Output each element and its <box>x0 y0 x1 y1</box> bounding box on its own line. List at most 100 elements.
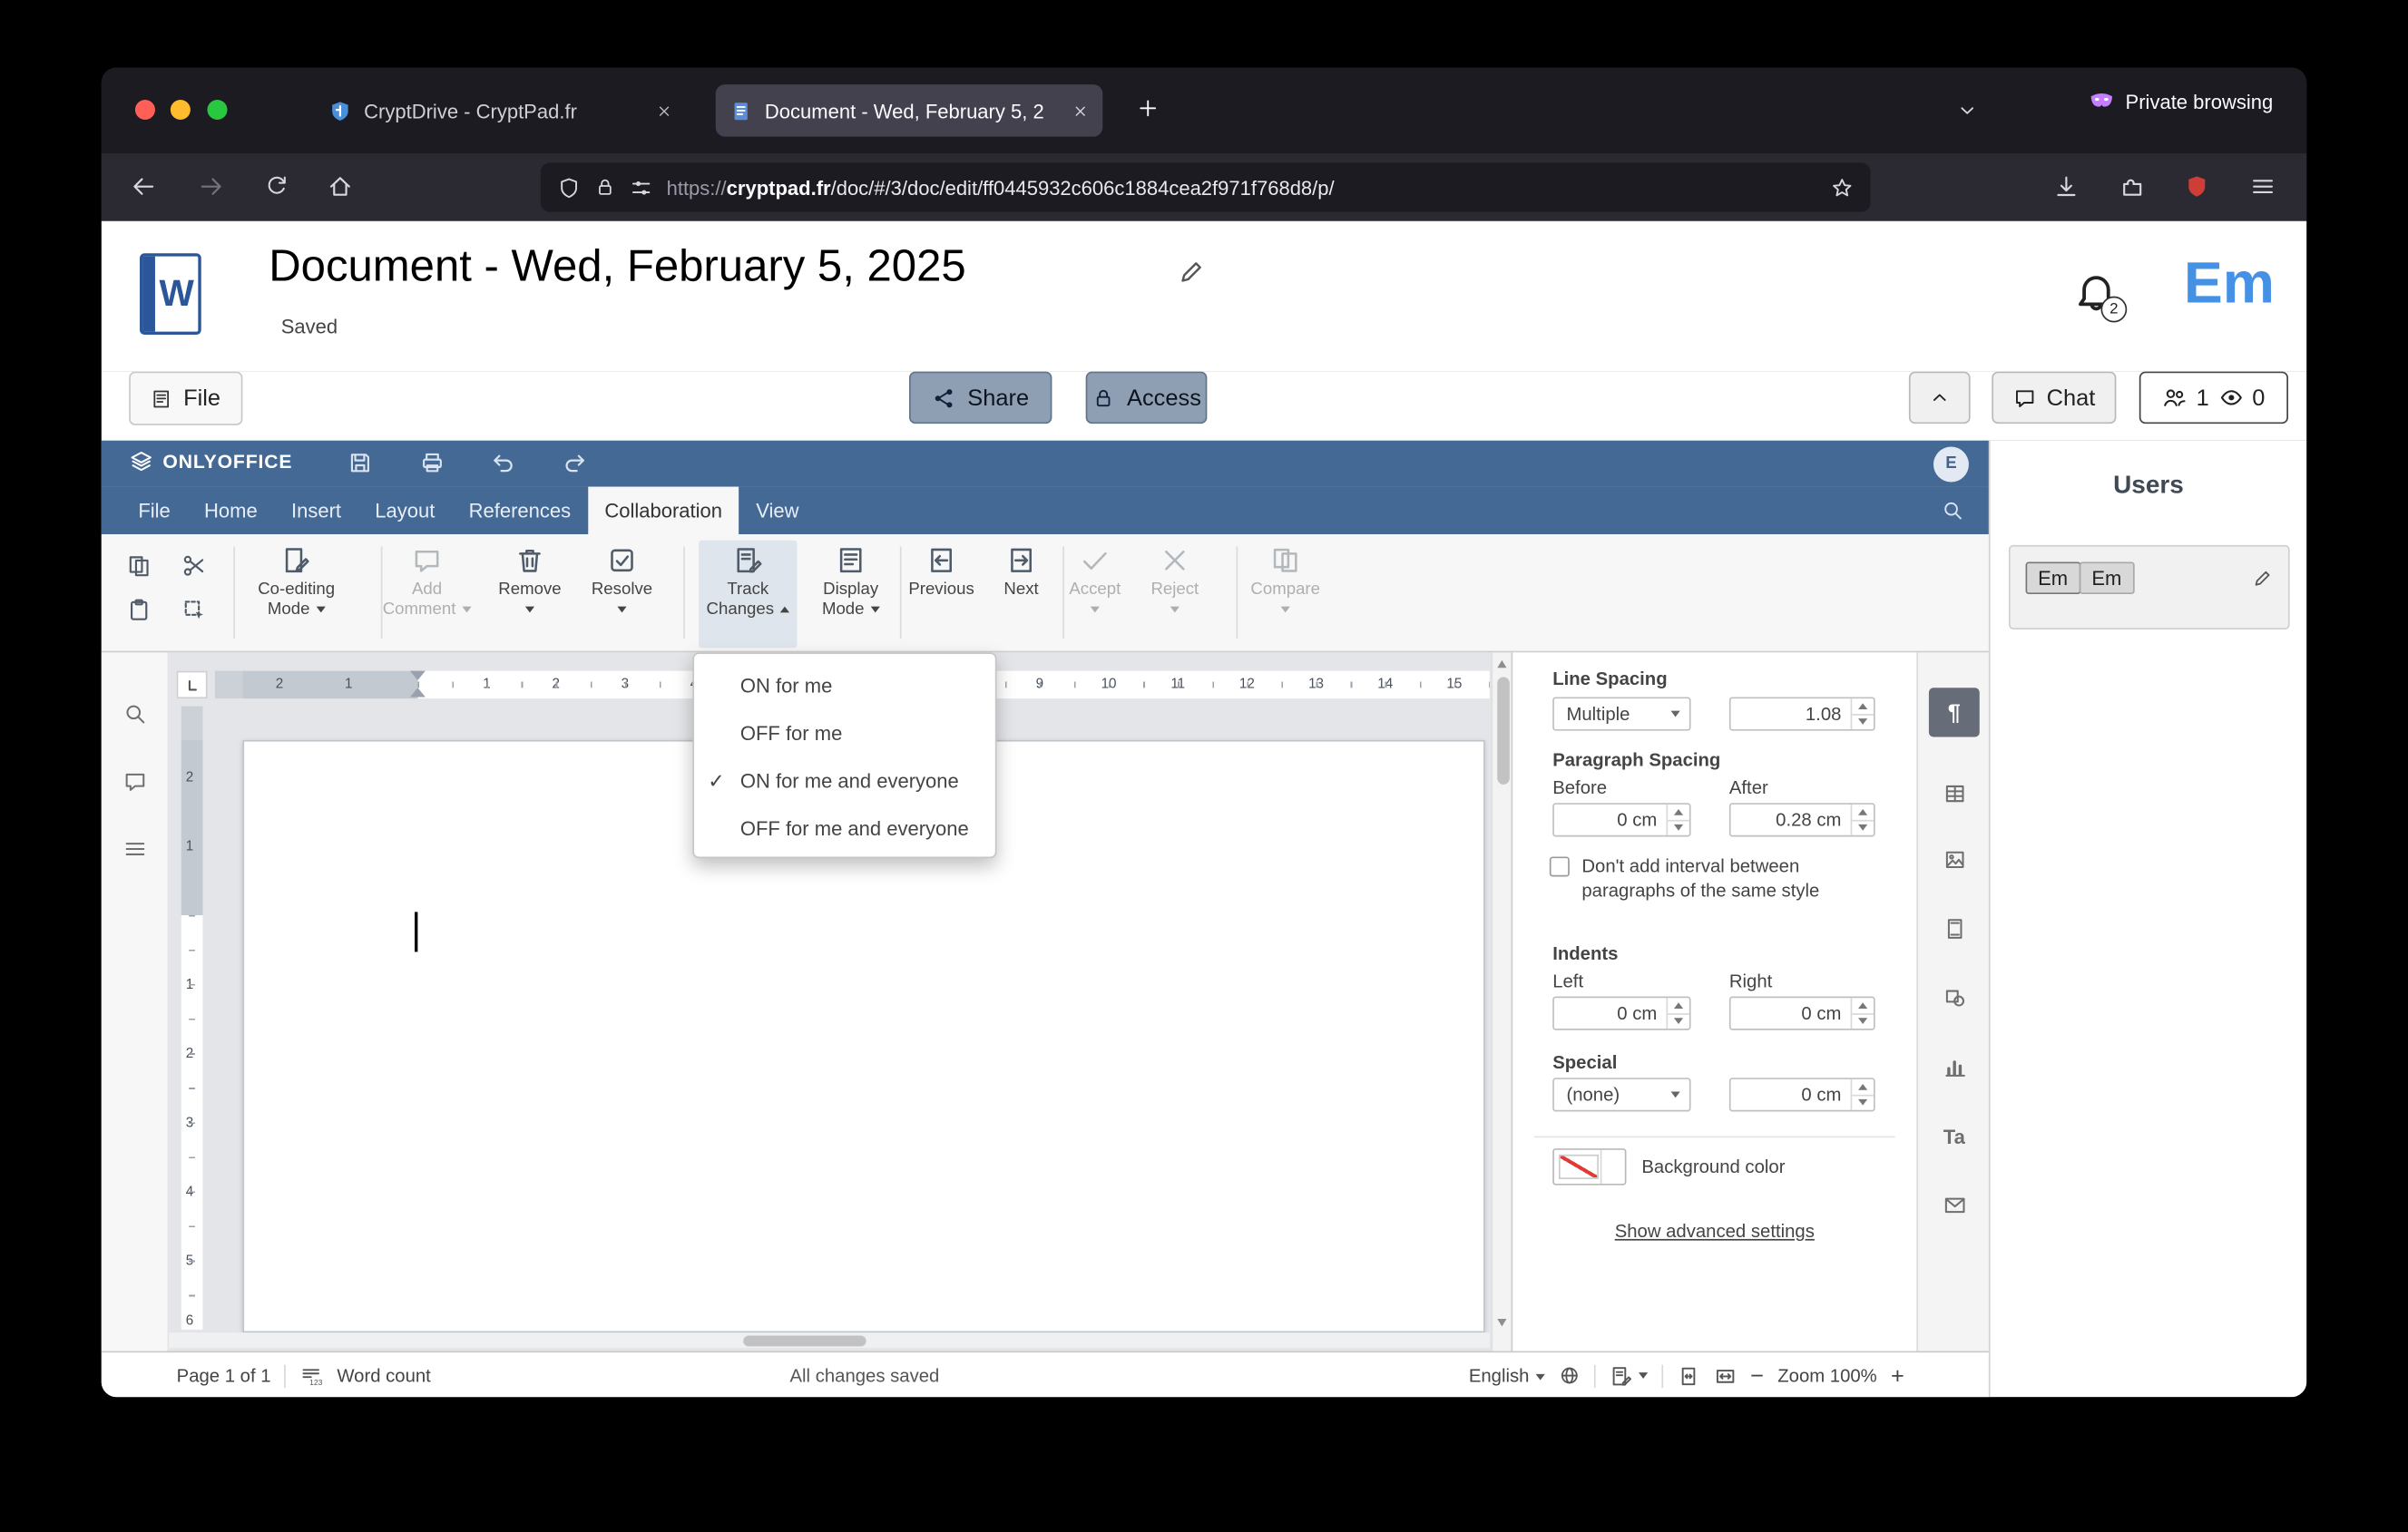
track-changes-status-icon[interactable] <box>1609 1364 1648 1387</box>
user-tag[interactable]: Em <box>2079 561 2134 595</box>
background-color-button[interactable] <box>1552 1148 1627 1186</box>
menu-tab-layout[interactable]: Layout <box>358 487 452 534</box>
downloads-icon[interactable] <box>2053 173 2080 200</box>
special-select[interactable]: (none) <box>1552 1078 1691 1112</box>
quick-save-icon[interactable] <box>347 450 374 476</box>
track-changes-button[interactable]: Track Changes <box>699 540 798 649</box>
zoom-level[interactable]: Zoom 100% <box>1777 1365 1877 1387</box>
new-tab-button[interactable] <box>1137 97 1160 120</box>
word-count-label[interactable]: Word count <box>337 1365 431 1387</box>
interval-checkbox[interactable] <box>1549 856 1570 877</box>
horizontal-scrollbar[interactable] <box>169 1332 1490 1349</box>
track-menu-item[interactable]: ✓ ON for me and everyone <box>694 756 995 804</box>
permissions-icon[interactable] <box>630 176 652 199</box>
tracking-shield-icon[interactable] <box>557 176 580 199</box>
vertical-scrollbar[interactable] <box>1491 652 1512 1351</box>
document-title[interactable]: Document - Wed, February 5, 2025 <box>269 242 965 293</box>
textart-settings-tab[interactable]: Ta <box>1929 1113 1980 1159</box>
scroll-up-arrow[interactable] <box>1496 659 1506 668</box>
reload-icon[interactable] <box>264 173 289 198</box>
header-footer-settings-tab[interactable] <box>1929 906 1980 952</box>
track-menu-item[interactable]: OFF for me and everyone <box>694 805 995 852</box>
compare-button[interactable]: Compare <box>1237 541 1335 620</box>
comments-panel-icon[interactable] <box>122 769 147 794</box>
notifications-bell-button[interactable]: 2 <box>2073 270 2131 328</box>
paragraph-settings-tab[interactable]: ¶ <box>1928 688 1980 737</box>
user-counts-pill[interactable]: 1 0 <box>2139 371 2288 424</box>
copy-icon[interactable] <box>126 552 152 579</box>
special-stepper[interactable]: 0 cm <box>1728 1078 1875 1112</box>
indent-marker-left[interactable] <box>409 688 426 698</box>
coediting-mode-button[interactable]: Co-editing Mode <box>248 541 346 620</box>
resolve-button[interactable]: Resolve <box>573 541 671 620</box>
scroll-down-arrow[interactable] <box>1496 1318 1506 1327</box>
file-menu-button[interactable]: File <box>129 371 243 425</box>
bookmark-star-icon[interactable] <box>1831 176 1854 199</box>
tab-document-active[interactable]: Document - Wed, February 5, 2 <box>715 84 1103 137</box>
menu-tab-home[interactable]: Home <box>187 487 274 534</box>
zoom-out-button[interactable]: − <box>1750 1362 1764 1389</box>
menu-tab-insert[interactable]: Insert <box>274 487 357 534</box>
find-icon[interactable] <box>122 702 147 727</box>
tab-cryptdrive[interactable]: CryptDrive - CryptPad.fr <box>315 84 687 137</box>
remove-button[interactable]: Remove <box>481 541 579 620</box>
display-mode-button[interactable]: Display Mode <box>802 541 900 620</box>
language-selector[interactable]: English <box>1469 1365 1545 1386</box>
collapse-toolbar-button[interactable] <box>1908 371 1971 424</box>
user-tag[interactable]: Em <box>2025 561 2080 595</box>
menu-tab-file[interactable]: File <box>122 487 188 534</box>
fit-width-icon[interactable] <box>1714 1364 1737 1387</box>
menu-tab-view[interactable]: View <box>739 487 817 534</box>
reject-button[interactable]: Reject <box>1126 541 1224 620</box>
list-all-tabs-icon[interactable] <box>1956 100 1978 122</box>
tab-close-icon[interactable] <box>656 102 673 120</box>
lock-icon[interactable] <box>594 177 616 199</box>
mail-merge-tab[interactable] <box>1929 1182 1980 1228</box>
url-bar[interactable]: https://cryptpad.fr/doc/#/3/doc/edit/ff0… <box>540 162 1871 212</box>
edit-users-pencil-icon[interactable] <box>2251 568 2273 590</box>
spacing-before-stepper[interactable]: 0 cm <box>1552 803 1691 837</box>
track-menu-item[interactable]: ON for me <box>694 662 995 709</box>
zoom-window-button[interactable] <box>207 100 228 121</box>
ublock-icon[interactable] <box>2184 173 2210 200</box>
tab-stop-selector[interactable] <box>176 670 208 699</box>
home-icon[interactable] <box>328 173 354 200</box>
line-spacing-select[interactable]: Multiple <box>1552 697 1691 731</box>
chat-button[interactable]: Chat <box>1992 371 2117 424</box>
editor-search-icon[interactable] <box>1941 499 1963 522</box>
access-button[interactable]: Access <box>1085 371 1208 424</box>
page-indicator[interactable]: Page 1 of 1 <box>177 1365 271 1387</box>
menu-tab-references[interactable]: References <box>452 487 588 534</box>
line-spacing-stepper[interactable]: 1.08 <box>1728 697 1875 731</box>
app-menu-icon[interactable] <box>2250 173 2276 200</box>
url-text[interactable]: https://cryptpad.fr/doc/#/3/doc/edit/ff0… <box>667 176 1817 199</box>
spacing-after-stepper[interactable]: 0.28 cm <box>1728 803 1875 837</box>
close-window-button[interactable] <box>134 100 155 121</box>
menu-tab-collaboration[interactable]: Collaboration <box>587 486 739 535</box>
add-comment-button[interactable]: Add Comment <box>377 541 475 620</box>
forward-icon[interactable] <box>198 173 224 200</box>
tab-close-icon[interactable] <box>1072 102 1089 120</box>
chart-settings-tab[interactable] <box>1929 1044 1980 1090</box>
edit-title-pencil-icon[interactable] <box>1177 258 1206 287</box>
undo-icon[interactable] <box>490 450 516 476</box>
shape-settings-tab[interactable] <box>1929 975 1980 1021</box>
horizontal-scrollbar-thumb[interactable] <box>743 1334 866 1346</box>
navigation-headings-icon[interactable] <box>122 836 147 861</box>
indent-right-stepper[interactable]: 0 cm <box>1728 996 1875 1030</box>
cut-icon[interactable] <box>181 552 208 579</box>
indent-left-stepper[interactable]: 0 cm <box>1552 996 1691 1030</box>
track-menu-item[interactable]: OFF for me <box>694 709 995 756</box>
advanced-settings-link[interactable]: Show advanced settings <box>1512 1221 1916 1243</box>
account-avatar[interactable]: Em <box>2184 252 2275 318</box>
table-settings-tab[interactable] <box>1929 771 1980 817</box>
interval-checkbox-label[interactable]: Don't add interval between paragraphs of … <box>1581 854 1819 903</box>
select-all-icon[interactable] <box>181 597 208 623</box>
fit-page-icon[interactable] <box>1677 1364 1699 1387</box>
redo-icon[interactable] <box>562 450 588 476</box>
zoom-in-button[interactable]: + <box>1891 1362 1904 1389</box>
vertical-scrollbar-thumb[interactable] <box>1496 677 1509 785</box>
paste-icon[interactable] <box>126 597 152 623</box>
back-icon[interactable] <box>131 173 157 200</box>
globe-icon[interactable] <box>1559 1365 1581 1387</box>
